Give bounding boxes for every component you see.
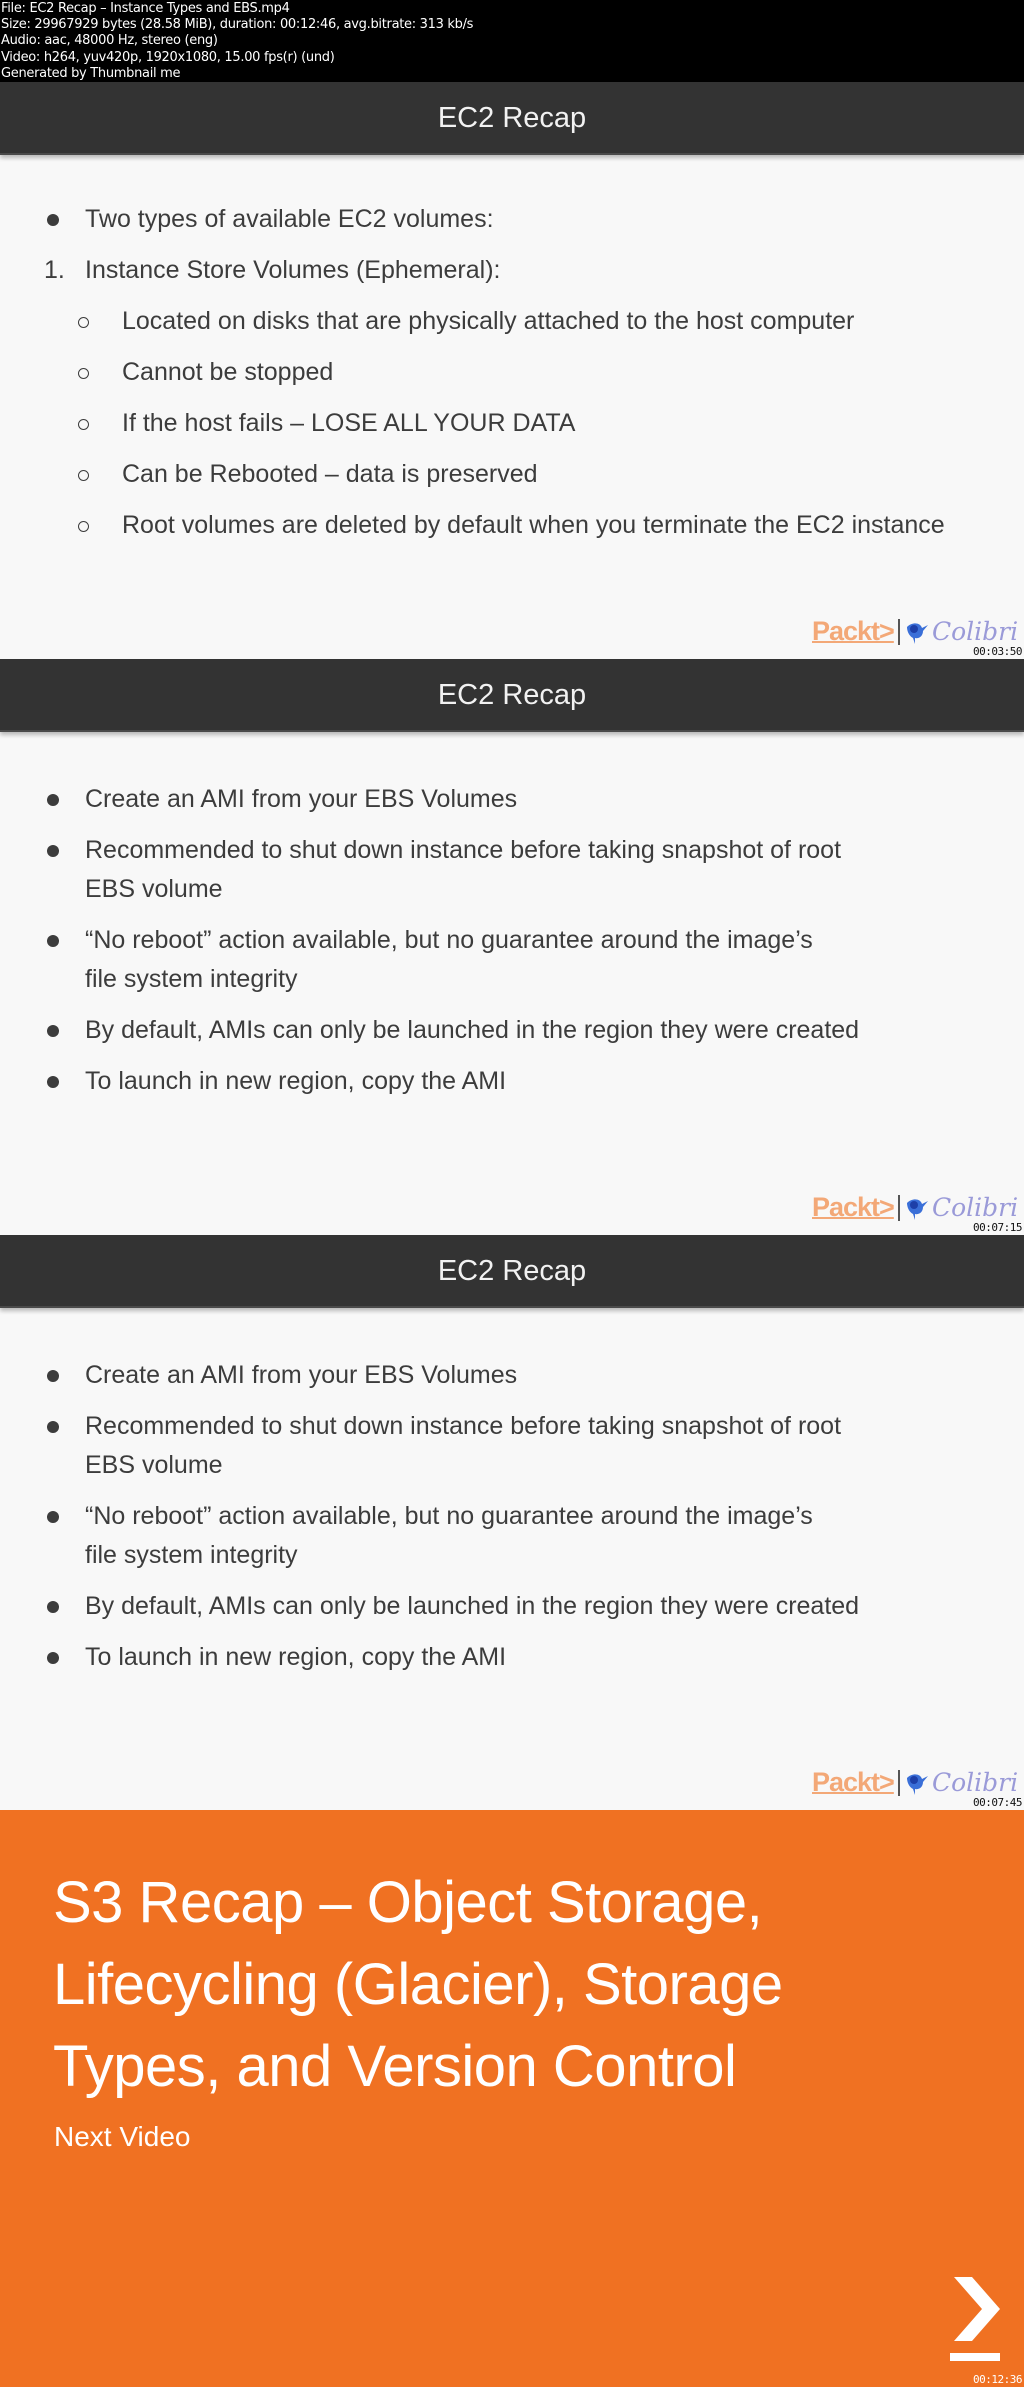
list-item: By default, AMIs can only be launched in… bbox=[85, 1592, 860, 1620]
timestamp: 00:12:36 bbox=[973, 2373, 1022, 2386]
slide-title: EC2 Recap bbox=[0, 659, 1024, 732]
packt-logo: Packt> bbox=[812, 616, 895, 646]
packt-logo: Packt> bbox=[812, 1767, 895, 1797]
bullet-disc bbox=[47, 1076, 59, 1088]
bullet-disc bbox=[47, 214, 59, 226]
list-item-continuation: EBS volume bbox=[85, 875, 223, 903]
title-line: S3 Recap – Object Storage, bbox=[53, 1870, 763, 1935]
list-item: By default, AMIs can only be launched in… bbox=[85, 1016, 860, 1044]
list-item: “No reboot” action available, but no gua… bbox=[85, 1502, 813, 1530]
packt-chevron-icon bbox=[950, 2277, 1000, 2361]
list-item: Recommended to shut down instance before… bbox=[85, 1412, 842, 1440]
bullet-disc bbox=[47, 1511, 59, 1523]
file-info-line: File: EC2 Recap – Instance Types and EBS… bbox=[1, 1, 290, 16]
list-item: Can be Rebooted – data is preserved bbox=[122, 460, 538, 488]
colibri-logo: Colibri bbox=[932, 1193, 1019, 1222]
slide-thumbnail-1: EC2 Recap Two types of available EC2 vol… bbox=[0, 82, 1024, 659]
list-item: To launch in new region, copy the AMI bbox=[85, 1067, 507, 1095]
slide-thumbnail-3: EC2 Recap Create an AMI from your EBS Vo… bbox=[0, 1235, 1024, 1810]
list-item: Create an AMI from your EBS Volumes bbox=[85, 785, 518, 813]
logo-divider bbox=[898, 619, 900, 645]
slide-title: EC2 Recap bbox=[0, 1235, 1024, 1308]
list-item: Located on disks that are physically att… bbox=[122, 307, 855, 335]
list-number: 1. bbox=[44, 256, 65, 284]
bullet-circle bbox=[78, 521, 89, 532]
timestamp: 00:03:50 bbox=[973, 645, 1022, 658]
next-video-title: S3 Recap – Object Storage, Lifecycling (… bbox=[53, 1862, 953, 2108]
file-info-bar: File: EC2 Recap – Instance Types and EBS… bbox=[0, 0, 1024, 82]
list-item-continuation: EBS volume bbox=[85, 1451, 223, 1479]
list-item-continuation: file system integrity bbox=[85, 965, 298, 993]
hummingbird-icon bbox=[907, 1199, 928, 1220]
colibri-logo: Colibri bbox=[932, 617, 1019, 646]
slide-thumbnail-4: S3 Recap – Object Storage, Lifecycling (… bbox=[0, 1810, 1024, 2387]
bullet-disc bbox=[47, 1421, 59, 1433]
slide-title: EC2 Recap bbox=[0, 82, 1024, 155]
timestamp: 00:07:45 bbox=[973, 1796, 1022, 1809]
bullet-disc bbox=[47, 845, 59, 857]
list-item: To launch in new region, copy the AMI bbox=[85, 1643, 507, 1671]
bullet-disc bbox=[47, 1601, 59, 1613]
next-video-label: Next Video bbox=[54, 2121, 191, 2152]
colibri-logo: Colibri bbox=[932, 1768, 1019, 1797]
packt-logo: Packt> bbox=[812, 1192, 895, 1222]
bullet-disc bbox=[47, 935, 59, 947]
slide-thumbnail-2: EC2 Recap Create an AMI from your EBS Vo… bbox=[0, 659, 1024, 1235]
bullet-disc bbox=[47, 1370, 59, 1382]
list-item: Cannot be stopped bbox=[122, 358, 334, 386]
list-item: If the host fails – LOSE ALL YOUR DATA bbox=[122, 409, 576, 437]
bullet-circle bbox=[78, 317, 89, 328]
bullet-circle bbox=[78, 470, 89, 481]
bullet-disc bbox=[47, 1025, 59, 1037]
file-info-line: Size: 29967929 bytes (28.58 MiB), durati… bbox=[1, 17, 474, 33]
list-item: Create an AMI from your EBS Volumes bbox=[85, 1361, 518, 1389]
list-item: Two types of available EC2 volumes: bbox=[85, 205, 494, 233]
list-item-continuation: file system integrity bbox=[85, 1541, 298, 1569]
hummingbird-icon bbox=[907, 623, 928, 644]
list-item: Root volumes are deleted by default when… bbox=[122, 511, 945, 539]
title-line: Types, and Version Control bbox=[53, 2034, 737, 2099]
file-info-line: Generated by Thumbnail me bbox=[1, 65, 181, 81]
bullet-disc bbox=[47, 1652, 59, 1664]
timestamp: 00:07:15 bbox=[973, 1221, 1022, 1234]
bullet-circle bbox=[78, 368, 89, 379]
bullet-disc bbox=[47, 794, 59, 806]
hummingbird-icon bbox=[907, 1774, 928, 1795]
title-line: Lifecycling (Glacier), Storage bbox=[53, 1952, 783, 2017]
list-item: Recommended to shut down instance before… bbox=[85, 836, 842, 864]
file-info-line: Video: h264, yuv420p, 1920x1080, 15.00 f… bbox=[1, 49, 335, 65]
logo-divider bbox=[898, 1195, 900, 1221]
list-item: “No reboot” action available, but no gua… bbox=[85, 926, 813, 954]
logo-divider bbox=[898, 1770, 900, 1796]
list-item: Instance Store Volumes (Ephemeral): bbox=[85, 256, 501, 284]
bullet-circle bbox=[78, 419, 89, 430]
file-info-line: Audio: aac, 48000 Hz, stereo (eng) bbox=[1, 33, 218, 49]
